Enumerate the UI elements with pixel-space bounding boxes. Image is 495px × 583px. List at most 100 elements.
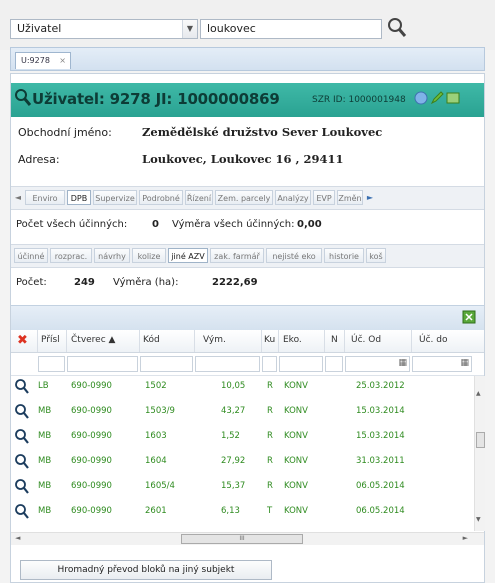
area-label: Výměra (ha): (113, 277, 179, 288)
tab-podrobne[interactable]: Podrobné (139, 190, 183, 205)
cell-uc-od: 15.03.2014 (356, 431, 405, 441)
cell-uc-od: 15.03.2014 (356, 406, 405, 416)
filter-input[interactable] (325, 356, 343, 372)
tab-zem-parcely[interactable]: Zem. parcely (215, 190, 273, 205)
export-excel-icon[interactable] (462, 310, 476, 324)
total-area-label: Výměra všech účinných: (172, 219, 295, 230)
horizontal-scrollbar[interactable]: ◄ III ► (11, 532, 484, 545)
filter-input[interactable] (67, 356, 138, 372)
magnifier-icon[interactable] (14, 378, 30, 396)
search-type-select[interactable]: Uživatel ▼ (10, 19, 198, 39)
col-uc-do[interactable]: Úč. do (419, 335, 447, 345)
calendar-icon[interactable]: ▦ (398, 358, 407, 368)
magnifier-icon[interactable] (14, 478, 30, 496)
scroll-right-icon[interactable]: ► (463, 534, 468, 542)
col-prislusnost[interactable]: Přísl (41, 335, 60, 345)
arrow-left-icon[interactable]: ◄ (13, 190, 23, 205)
col-ctverec[interactable]: Čtverec ▲ (71, 335, 115, 345)
search-button[interactable] (386, 16, 408, 40)
col-kod[interactable]: Kód (143, 335, 160, 345)
tab-user-label: U:9278 (21, 56, 50, 65)
tab-kos[interactable]: koš (366, 248, 386, 263)
table-row[interactable]: MB 690-0990 1605/4 15,37 R KONV 06.05.2014 (11, 476, 473, 498)
tab-nejiste-eko[interactable]: nejisté eko (266, 248, 322, 263)
tab-evp[interactable]: EVP (313, 190, 335, 205)
cell-eko: KONV (284, 431, 308, 441)
tab-user[interactable]: U:9278 × (15, 52, 71, 69)
table-row[interactable]: MB 690-0990 1503/9 43,27 R KONV 15.03.2014 (11, 401, 473, 423)
cell-kultura: R (267, 456, 273, 466)
tab-analyzy[interactable]: Analýzy (275, 190, 311, 205)
tab-kolize[interactable]: kolize (132, 248, 166, 263)
tab-supervize[interactable]: Supervize (93, 190, 137, 205)
arrow-right-icon[interactable]: ► (365, 190, 375, 205)
filter-input[interactable] (140, 356, 193, 372)
refresh-icon[interactable] (414, 91, 428, 105)
filter-input[interactable] (38, 356, 65, 372)
cell-prislusnost: MB (38, 431, 52, 441)
tab-strip: U:9278 × (10, 47, 485, 71)
filter-input[interactable]: ▦ (345, 356, 410, 372)
map-icon[interactable] (446, 91, 460, 105)
table-row[interactable]: LB 690-0990 1502 10,05 R KONV 25.03.2012 (11, 376, 473, 398)
chevron-down-icon[interactable]: ▼ (182, 20, 197, 38)
filter-input[interactable] (262, 356, 277, 372)
table-row[interactable]: MB 690-0990 1604 27,92 R KONV 31.03.2011 (11, 451, 473, 473)
filter-input[interactable] (195, 356, 260, 372)
obchodni-label: Obchodní jméno: (18, 126, 112, 139)
tab-enviro[interactable]: Enviro (25, 190, 65, 205)
tab-navrhy[interactable]: návrhy (94, 248, 130, 263)
scroll-up-icon[interactable]: ▲ (476, 390, 481, 397)
col-vymera[interactable]: Vým. (203, 335, 226, 345)
cell-vymera: 6,13 (221, 506, 240, 516)
vertical-scrollbar[interactable]: ▲ ▼ (474, 376, 485, 531)
table-row[interactable]: MB 690-0990 2601 6,13 T KONV 06.05.2014 (11, 501, 473, 523)
cell-ctverec: 690-0990 (71, 431, 112, 441)
filter-input[interactable] (279, 356, 323, 372)
search-input[interactable]: loukovec (200, 19, 382, 39)
cell-kultura: T (267, 506, 273, 516)
cell-eko: KONV (284, 456, 308, 466)
search-icon[interactable] (14, 88, 32, 108)
adresa-label: Adresa: (18, 153, 60, 166)
filter-input[interactable]: ▦ (412, 356, 472, 372)
cell-kod: 1603 (145, 431, 167, 441)
cell-kultura: R (267, 481, 273, 491)
tab-zmeny[interactable]: Změn (337, 190, 363, 205)
magnifier-icon[interactable] (14, 428, 30, 446)
adresa-value: Loukovec, Loukovec 16 , 29411 (142, 152, 344, 166)
table-row[interactable]: MB 690-0990 1603 1,52 R KONV 15.03.2014 (11, 426, 473, 448)
obchodni-value: Zemědělské družstvo Sever Loukovec (142, 125, 383, 139)
col-eko[interactable]: Eko. (283, 335, 302, 345)
cell-uc-od: 06.05.2014 (356, 506, 405, 516)
clear-filter-icon[interactable]: ✖ (17, 333, 28, 348)
cell-kultura: R (267, 381, 273, 391)
close-icon[interactable]: × (59, 53, 66, 69)
total-area-value: 0,00 (297, 219, 322, 230)
tab-jine-azv[interactable]: jiné AZV (168, 248, 208, 263)
cell-ctverec: 690-0990 (71, 381, 112, 391)
magnifier-icon[interactable] (14, 453, 30, 471)
calendar-icon[interactable]: ▦ (460, 358, 469, 368)
scroll-down-icon[interactable]: ▼ (476, 516, 481, 523)
tab-historie[interactable]: historie (324, 248, 364, 263)
tab-ucinne[interactable]: účinné (14, 248, 48, 263)
tab-rozprac[interactable]: rozprac. (50, 248, 92, 263)
scroll-left-icon[interactable]: ◄ (15, 534, 20, 542)
magnifier-icon[interactable] (14, 403, 30, 421)
magnifier-icon[interactable] (14, 503, 30, 521)
count-value: 249 (74, 277, 95, 288)
tab-rizeni[interactable]: Řízení (185, 190, 213, 205)
scroll-thumb[interactable]: III (181, 534, 303, 544)
cell-kod: 1605/4 (145, 481, 175, 491)
scroll-thumb[interactable] (476, 432, 485, 448)
tab-dpb[interactable]: DPB (67, 190, 91, 205)
col-uc-od[interactable]: Úč. Od (351, 335, 381, 345)
edit-icon[interactable] (430, 91, 444, 105)
col-n[interactable]: N (331, 335, 338, 345)
bulk-transfer-button[interactable]: Hromadný převod bloků na jiný subjekt (20, 560, 272, 580)
total-count-value: 0 (152, 219, 159, 230)
cell-prislusnost: MB (38, 456, 52, 466)
col-kultura[interactable]: Ku (264, 335, 275, 345)
tab-zak-farmar[interactable]: zak. farmář (210, 248, 264, 263)
